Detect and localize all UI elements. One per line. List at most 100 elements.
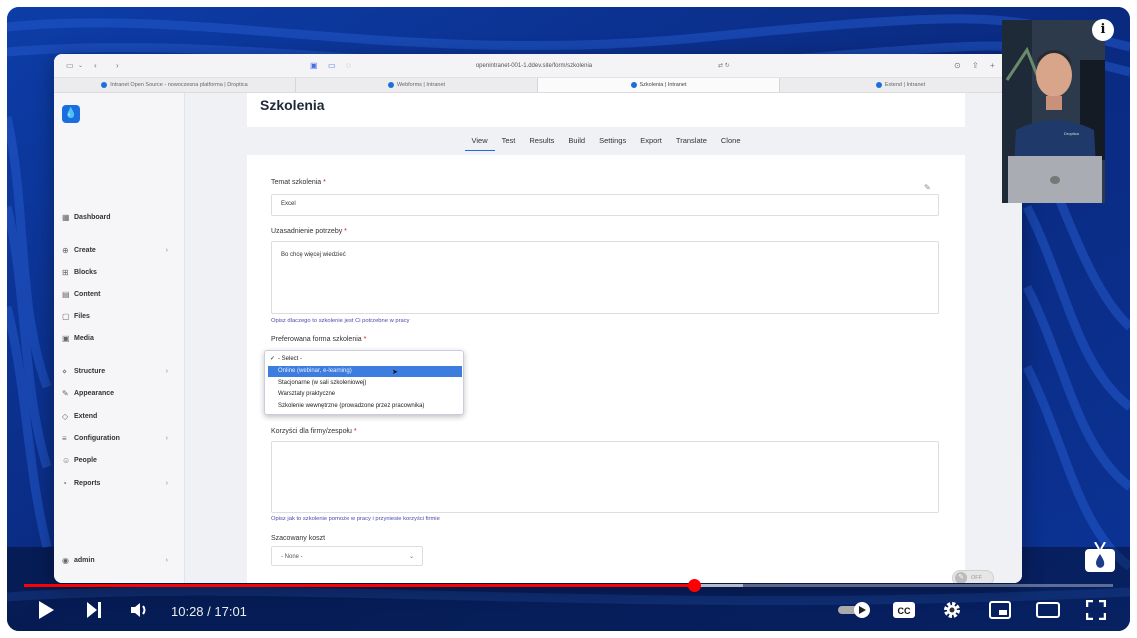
tab-test[interactable]: Test — [495, 133, 523, 151]
reader-icon[interactable]: ▣ — [310, 60, 318, 72]
browser-tab[interactable]: Webforms | Intranet — [296, 78, 538, 92]
favicon-icon — [387, 82, 394, 88]
sidebar-item-create[interactable]: ⊕ Create › — [62, 243, 180, 257]
justification-label: Uzasadnienie potrzeby * — [271, 228, 347, 235]
local-tasks: View Test Results Build Settings Export Transl… — [247, 133, 965, 151]
svg-text:CC: CC — [898, 606, 911, 616]
chevron-down-icon: ⌄ — [408, 554, 414, 560]
gear-icon — [944, 602, 960, 618]
translate-icon[interactable]: ⇄ ↻ — [718, 60, 730, 72]
screen-icon[interactable]: ▭ — [328, 60, 336, 72]
theater-icon — [1036, 602, 1060, 618]
back-icon[interactable]: ‹ — [94, 60, 97, 72]
sidebar-item-label: Dashboard — [74, 213, 111, 221]
drupal-logo-icon[interactable]: 💧 — [62, 105, 80, 123]
tab-translate[interactable]: Translate — [669, 133, 714, 151]
browser-window: ▭ ⌄ ‹ › ▣ ▭ ◌ openintranet-001-1.ddev.si… — [54, 54, 1022, 583]
sidebar-item-admin[interactable]: ◉ admin › — [62, 553, 180, 567]
browser-tab-active[interactable]: Szkolenia | Intranet — [538, 78, 780, 92]
download-icon[interactable]: ⊙ — [954, 60, 961, 72]
settings-button[interactable] — [939, 597, 965, 623]
sidebar-item-media[interactable]: ▣ Media — [62, 331, 180, 345]
tab-results[interactable]: Results — [522, 133, 561, 151]
topic-label: Temat szkolenia * — [271, 179, 326, 186]
shield-icon[interactable]: ◌ — [346, 60, 351, 72]
autoplay-toggle[interactable] — [835, 597, 875, 623]
played-bar — [24, 584, 694, 587]
favicon-icon — [875, 82, 882, 88]
svg-text:Droptica: Droptica — [1064, 131, 1080, 136]
format-option-label: Stacjonarne (w sali szkoleniowej) — [278, 379, 367, 386]
share-icon[interactable]: ⇪ — [972, 60, 979, 72]
sidebar-item-content[interactable]: ▤ Content — [62, 287, 180, 301]
video-player[interactable]: ▭ ⌄ ‹ › ▣ ▭ ◌ openintranet-001-1.ddev.si… — [7, 7, 1130, 631]
forward-icon[interactable]: › — [116, 60, 119, 72]
content-icon: ▤ — [62, 289, 70, 299]
sidebar-item-extend[interactable]: ◇ Extend — [62, 409, 180, 423]
people-icon: ☺ — [62, 455, 71, 465]
cost-select[interactable]: - None - ⌄ — [271, 546, 423, 566]
brush-icon: ✎ — [62, 388, 69, 398]
channel-watermark-icon[interactable] — [1084, 542, 1116, 572]
format-option-label: Online (webinar, e-learning) — [278, 367, 352, 374]
sidebar-item-blocks[interactable]: ⊞ Blocks — [62, 265, 180, 279]
format-option[interactable]: Szkolenie wewnętrzne (prowadzone przez p… — [268, 401, 462, 412]
progress-bar[interactable] — [24, 579, 1113, 592]
page-header: Szkolenia — [247, 93, 965, 127]
subtitles-button[interactable]: CC — [891, 597, 917, 623]
tab-clone[interactable]: Clone — [714, 133, 748, 151]
format-option[interactable]: ✓ - Select - — [268, 354, 462, 365]
sidebar-item-reports[interactable]: ◔ Reports › — [62, 476, 180, 490]
next-button[interactable] — [81, 597, 107, 623]
volume-button[interactable] — [127, 597, 153, 623]
play-button[interactable] — [33, 597, 59, 623]
browser-toolbar: ▭ ⌄ ‹ › ▣ ▭ ◌ openintranet-001-1.ddev.si… — [54, 54, 1022, 78]
chevron-right-icon: › — [165, 434, 168, 442]
edit-pencil-icon[interactable]: ✎ — [924, 183, 931, 192]
format-dropdown[interactable]: ✓ - Select - Online (webinar, e-learning) S… — [264, 350, 464, 415]
miniplayer-button[interactable] — [987, 597, 1013, 623]
browser-tab[interactable]: Intranet Open Source - nowoczesna platfo… — [54, 78, 296, 92]
volume-icon — [131, 603, 146, 617]
justification-help: Opisz dlaczego to szkolenie jest Ci potr… — [271, 318, 410, 324]
plus-circle-icon: ⊕ — [62, 245, 69, 255]
sidebar-item-dashboard[interactable]: ▦ Dashboard — [62, 210, 180, 224]
chevron-right-icon: › — [165, 367, 168, 375]
off-toggle[interactable]: ✎ OFF — [952, 570, 994, 583]
format-option[interactable]: Online (webinar, e-learning) — [268, 365, 462, 377]
benefits-help: Opisz jak to szkolenie pomoże w pracy i … — [271, 516, 440, 522]
format-option[interactable]: Stacjonarne (w sali szkoleniowej) — [268, 378, 462, 389]
sidebar-toggle-icon[interactable]: ▭ — [66, 60, 74, 72]
topic-input[interactable]: Excel — [271, 194, 939, 216]
sidebar-item-configuration[interactable]: ≡ Configuration › — [62, 431, 180, 445]
chevron-down-icon[interactable]: ⌄ — [78, 60, 83, 72]
sidebar-item-appearance[interactable]: ✎ Appearance — [62, 386, 180, 400]
address-bar[interactable]: openintranet-001-1.ddev.site/form/szkole… — [434, 60, 634, 72]
new-tab-icon[interactable]: + — [990, 60, 995, 72]
sidebar-item-files[interactable]: ▢ Files — [62, 309, 180, 323]
theater-mode-button[interactable] — [1035, 597, 1061, 623]
benefits-label: Korzyści dla firmy/zespołu * — [271, 428, 357, 435]
sidebar-item-structure[interactable]: ⋄ Structure › — [62, 364, 180, 378]
info-icon[interactable]: i — [1092, 19, 1114, 41]
browser-tab[interactable]: Extend | Intranet — [780, 78, 1022, 92]
miniplayer-icon — [989, 601, 1011, 619]
file-icon: ▢ — [62, 311, 70, 321]
tab-view[interactable]: View — [464, 133, 495, 151]
subtitles-icon: CC — [893, 602, 915, 618]
format-option-label: - Select - — [278, 356, 303, 362]
fullscreen-icon — [1086, 600, 1106, 620]
benefits-textarea[interactable] — [271, 441, 939, 513]
tab-export[interactable]: Export — [633, 133, 669, 151]
tab-settings[interactable]: Settings — [592, 133, 633, 151]
mouse-cursor-icon: ➤ — [392, 369, 398, 376]
sidebar-item-people[interactable]: ☺ People — [62, 453, 180, 467]
tab-build[interactable]: Build — [561, 133, 592, 151]
sidebar-item-label: Configuration — [74, 434, 120, 442]
blocks-icon: ⊞ — [62, 267, 69, 277]
format-option[interactable]: Warsztaty praktyczne — [268, 389, 462, 400]
admin-sidebar: 💧 ▦ Dashboard ⊕ Create › ⊞ Blocks ▤ Content ▢ File… — [54, 93, 185, 583]
fullscreen-button[interactable] — [1083, 597, 1109, 623]
webform: Temat szkolenia * ✎ Excel Uzasadnienie p… — [247, 155, 965, 583]
justification-textarea[interactable]: Bo chcę więcej wiedzieć — [271, 241, 939, 314]
